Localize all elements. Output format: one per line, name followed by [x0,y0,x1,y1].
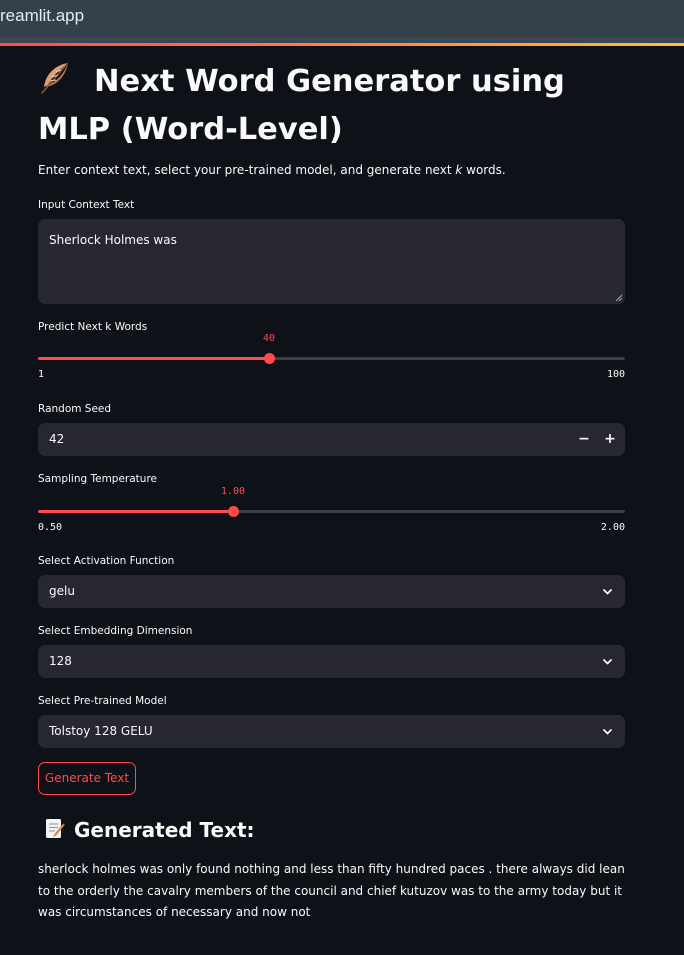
context-textarea[interactable] [38,219,625,304]
generated-text-heading-label: Generated Text: [74,818,255,842]
page-title: Next Word Generator using MLP (Word-Leve… [38,60,638,152]
generate-button[interactable]: Generate Text [38,762,136,795]
generated-text-heading: Generated Text: [44,818,255,842]
embedding-select[interactable]: 128 [38,645,625,678]
k-slider-label: Predict Next k Words [38,321,148,333]
slider-fill [38,510,233,513]
activation-select[interactable]: gelu [38,575,625,608]
slider-thumb[interactable] [264,353,275,364]
embedding-value: 128 [49,654,72,668]
page-subtitle: Enter context text, select your pre-trai… [38,163,506,177]
browser-toolbar: reamlit.app [0,0,684,37]
slider-value: 40 [262,333,276,344]
model-value: Tolstoy 128 GELU [49,724,153,738]
slider-min: 0.50 [38,522,63,533]
context-textarea-wrap [38,219,625,304]
seed-label: Random Seed [38,403,112,415]
slider-fill [38,357,269,360]
page-title-text: Next Word Generator using MLP (Word-Leve… [38,64,565,147]
slider-max: 2.00 [600,522,625,533]
temperature-slider-label: Sampling Temperature [38,473,157,485]
activation-value: gelu [49,584,75,598]
browser-url[interactable]: reamlit.app [0,6,84,26]
slider-max: 100 [606,369,625,380]
slider-value: 1.00 [220,486,246,497]
chevron-down-icon[interactable] [602,726,613,737]
slider-min: 1 [38,369,45,380]
embedding-label: Select Embedding Dimension [38,625,193,637]
activation-label: Select Activation Function [38,555,175,567]
decrement-button[interactable]: − [574,429,594,449]
slider-thumb[interactable] [228,506,239,517]
memo-icon [44,818,66,840]
context-label: Input Context Text [38,199,135,211]
model-label: Select Pre-trained Model [38,695,167,707]
header-decoration [0,43,684,46]
seed-input[interactable]: 42 − + [38,423,625,456]
generated-text-output: sherlock holmes was only found nothing a… [38,862,625,919]
model-select[interactable]: Tolstoy 128 GELU [38,715,625,748]
increment-button[interactable]: + [600,429,620,449]
feather-icon [38,61,72,108]
k-slider[interactable]: 40 1 100 [38,333,625,385]
resize-grip-icon[interactable] [615,294,622,301]
temperature-slider[interactable]: 1.00 0.50 2.00 [38,486,625,538]
chevron-down-icon[interactable] [602,586,613,597]
chevron-down-icon[interactable] [602,656,613,667]
seed-value[interactable]: 42 [49,432,64,446]
